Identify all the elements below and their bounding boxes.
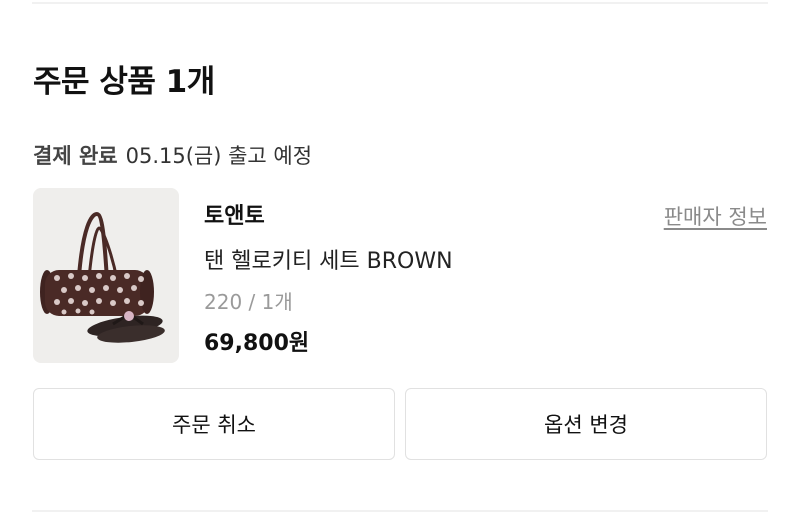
cancel-order-button[interactable]: 주문 취소 bbox=[33, 388, 395, 460]
product-option: 220 / 1개 bbox=[204, 290, 293, 314]
order-status-line: 결제 완료 05.15(금) 출고 예정 bbox=[33, 140, 312, 170]
section-title: 주문 상품 1개 bbox=[33, 64, 215, 100]
product-brand[interactable]: 토앤토 bbox=[204, 198, 265, 230]
product-name[interactable]: 탠 헬로키티 세트 BROWN bbox=[204, 243, 453, 275]
product-thumbnail[interactable] bbox=[33, 188, 179, 363]
product-price: 69,800원 bbox=[204, 331, 310, 356]
bag-and-flip-flop-image bbox=[40, 211, 165, 343]
seller-info-link[interactable]: 판매자 정보 bbox=[664, 201, 767, 231]
top-divider bbox=[32, 2, 768, 4]
order-status: 결제 완료 bbox=[33, 144, 118, 168]
change-option-button[interactable]: 옵션 변경 bbox=[405, 388, 767, 460]
bottom-divider bbox=[32, 510, 768, 512]
ship-date: 05.15(금) 출고 예정 bbox=[125, 144, 313, 168]
